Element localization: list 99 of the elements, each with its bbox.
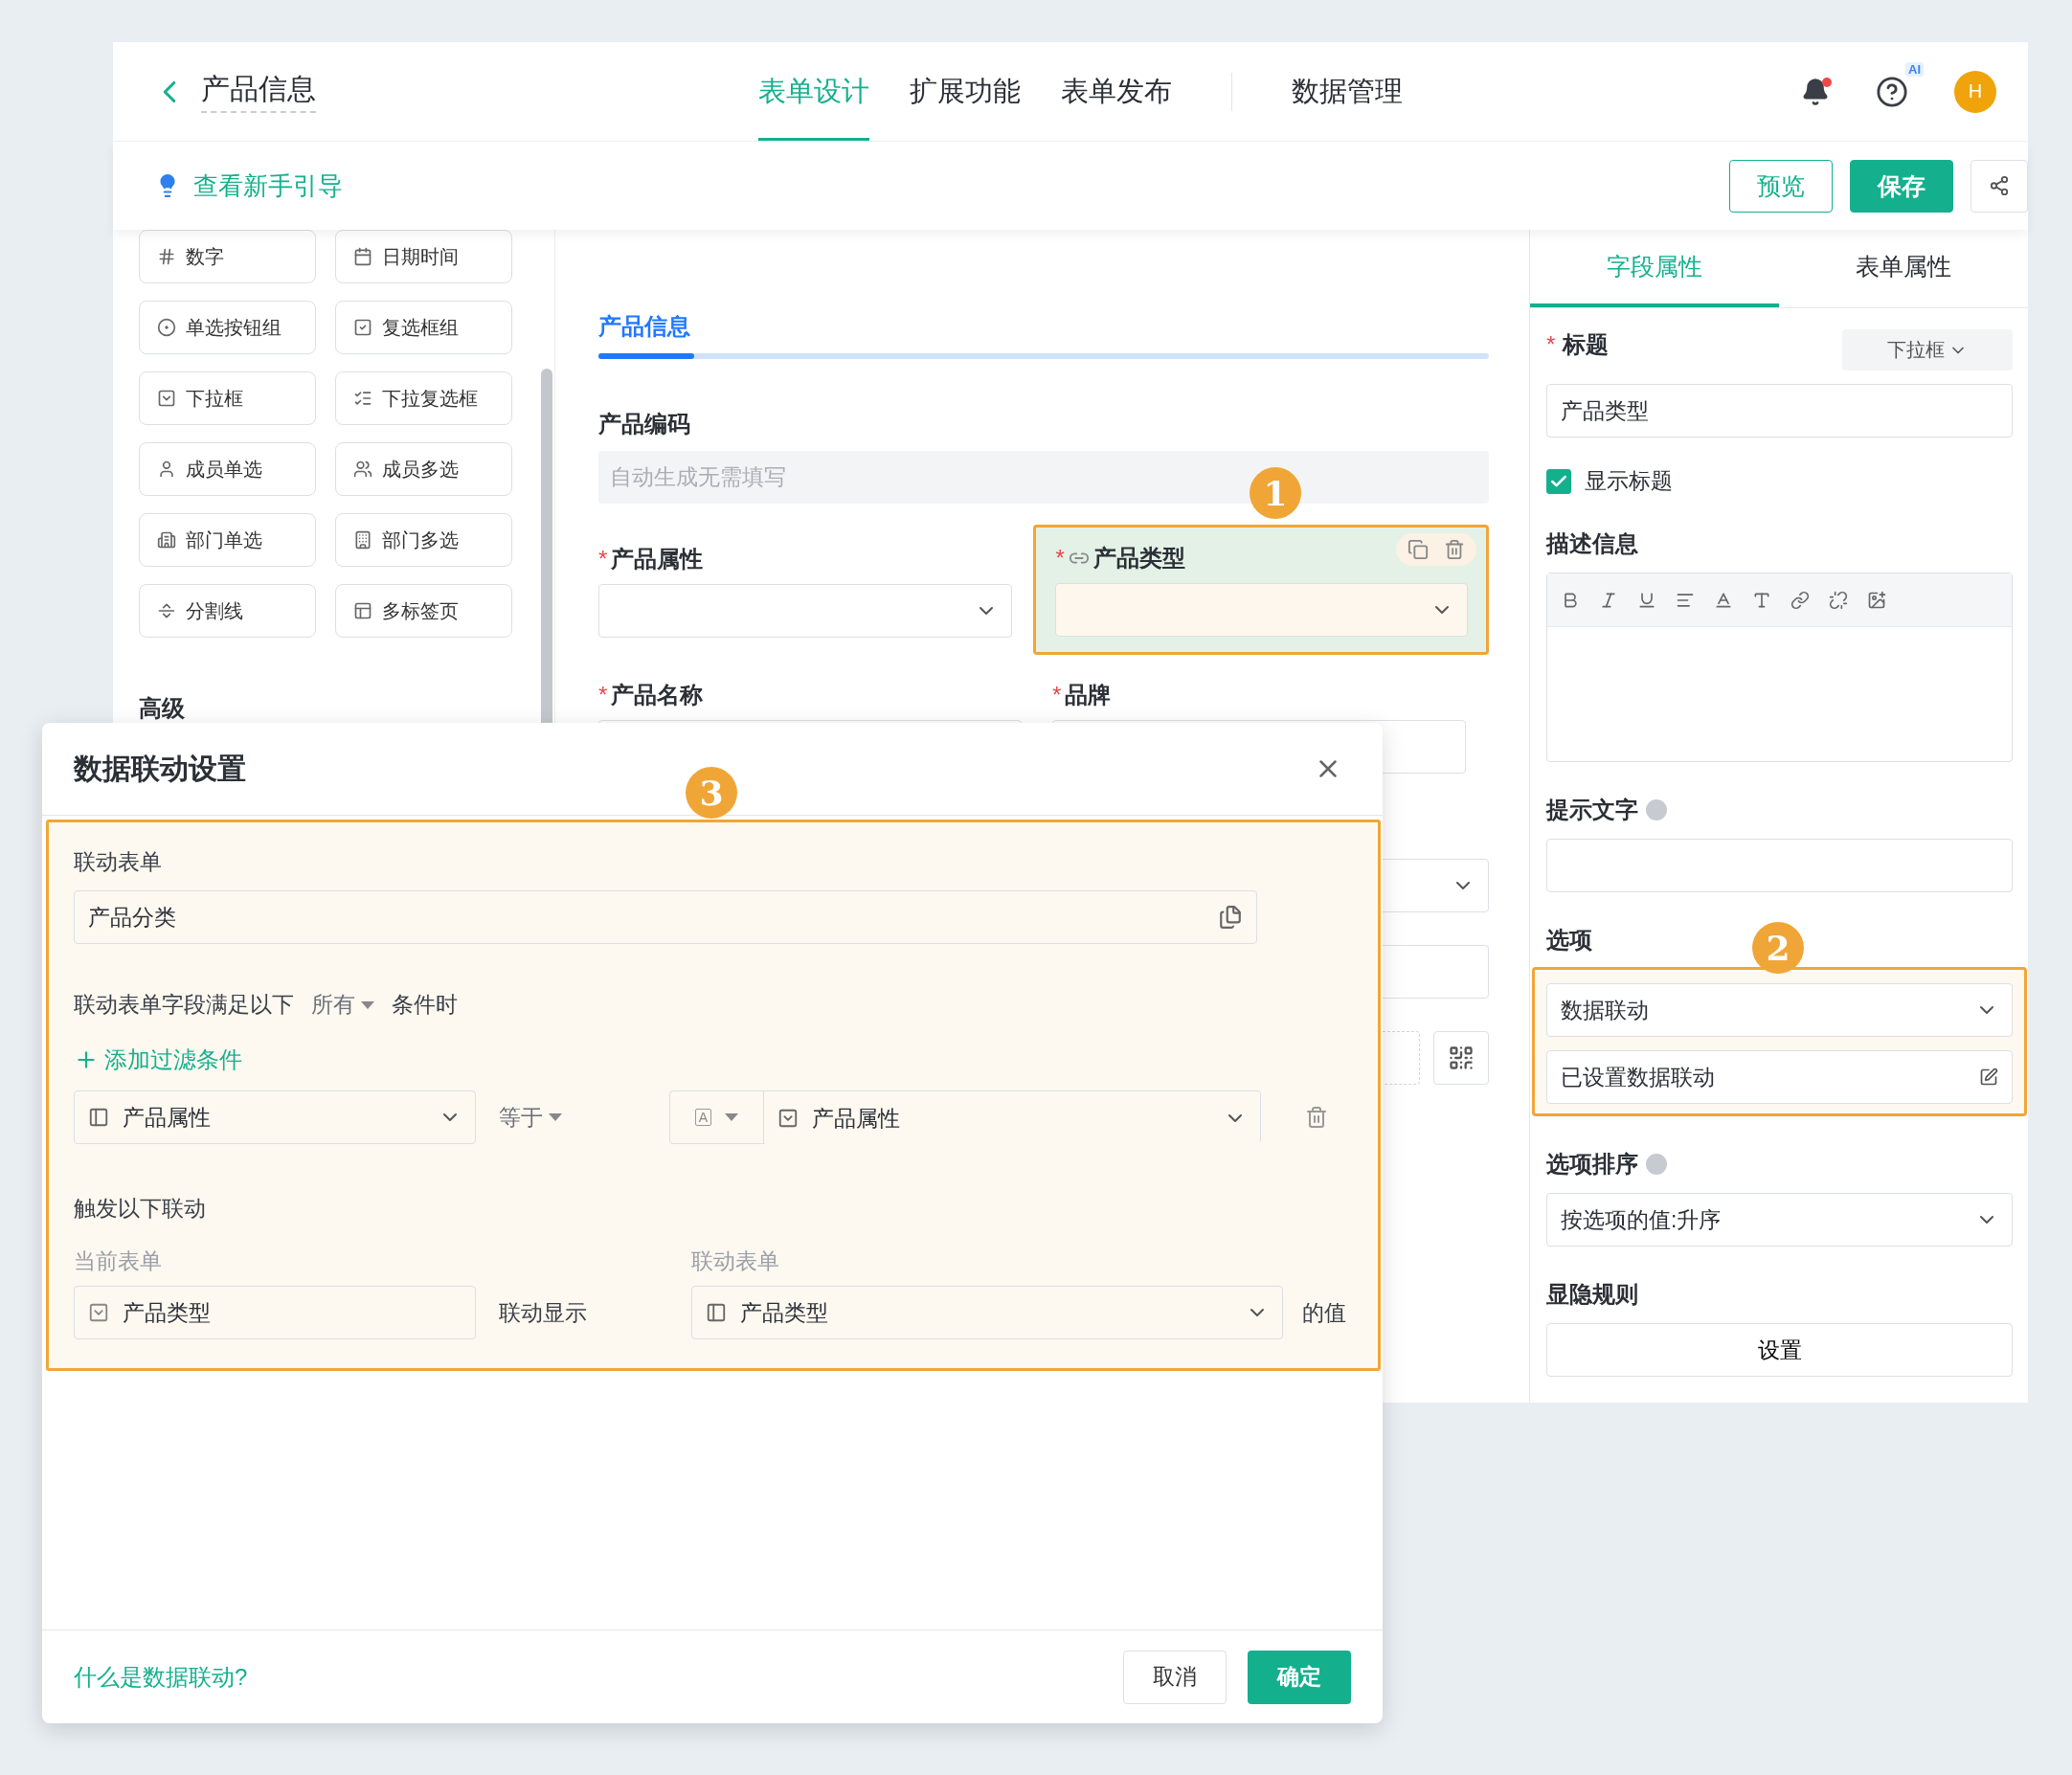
- section-title: 高级: [139, 694, 186, 723]
- trash-icon[interactable]: [1444, 539, 1465, 560]
- operator-select[interactable]: 等于: [499, 1102, 669, 1133]
- trash-icon[interactable]: [1305, 1106, 1328, 1129]
- field-type-item[interactable]: 日期时间: [335, 230, 512, 283]
- edit-icon: [1979, 1067, 1998, 1087]
- field-label: 提示文字: [1546, 796, 1638, 824]
- share-icon: [1989, 175, 2010, 196]
- field-label: 产品编码: [598, 410, 691, 438]
- radio-icon: [157, 318, 176, 337]
- field-type-item[interactable]: 部门单选: [139, 513, 316, 567]
- unlink-icon[interactable]: [1829, 590, 1848, 610]
- required-mark: *: [1546, 331, 1556, 358]
- link-icon[interactable]: [1790, 590, 1810, 610]
- field-select[interactable]: 产品属性: [74, 1090, 476, 1144]
- qr-code-button[interactable]: [1433, 1031, 1489, 1085]
- dropdown-icon: [157, 389, 176, 408]
- tabs-icon: [353, 601, 372, 620]
- notification-dot: [1822, 77, 1832, 87]
- field-type-select[interactable]: 下拉框: [1842, 329, 2013, 371]
- ai-badge: AI: [1905, 61, 1924, 77]
- hash-icon: [157, 247, 176, 266]
- caret-icon: [725, 1112, 738, 1122]
- column-label: 当前表单: [74, 1247, 163, 1275]
- current-field[interactable]: 产品类型: [74, 1286, 476, 1339]
- hint-input[interactable]: [1546, 839, 2013, 892]
- field-type-item[interactable]: 部门多选: [335, 513, 512, 567]
- share-button[interactable]: [1971, 159, 2028, 213]
- field-type-item[interactable]: 下拉框: [139, 371, 316, 425]
- caret-icon: [361, 1000, 374, 1010]
- field-type-item[interactable]: 数字: [139, 230, 316, 283]
- calendar-icon: [353, 247, 372, 266]
- panel-tab[interactable]: 表单属性: [1779, 230, 2028, 307]
- building-icon: [157, 530, 176, 550]
- condition-text: 条件时: [392, 991, 458, 1019]
- users-icon: [353, 460, 372, 479]
- column-label: 联动表单: [691, 1247, 779, 1275]
- field-type-item[interactable]: 单选按钮组: [139, 301, 316, 354]
- field-label: 描述信息: [1546, 529, 1638, 558]
- required-mark: *: [1052, 682, 1062, 708]
- dropdown-icon: [777, 1108, 799, 1129]
- settings-button[interactable]: 设置: [1546, 1323, 2013, 1377]
- user-icon: [157, 460, 176, 479]
- required-mark: *: [1055, 545, 1065, 572]
- copy-icon[interactable]: [1408, 539, 1429, 560]
- panel-icon: [706, 1302, 727, 1323]
- field-label: 选项排序: [1546, 1150, 1638, 1179]
- field-type-item[interactable]: 复选框组: [335, 301, 512, 354]
- dropdown-icon: [88, 1302, 109, 1323]
- cancel-button[interactable]: 取消: [1123, 1650, 1227, 1704]
- title-input[interactable]: 产品类型: [1546, 384, 2013, 438]
- field-type-item[interactable]: 多标签页: [335, 584, 512, 638]
- field-type-item[interactable]: 下拉复选框: [335, 371, 512, 425]
- value-select[interactable]: 产品属性: [763, 1091, 1260, 1145]
- checkbox[interactable]: [1546, 468, 1571, 494]
- list-icon: [353, 389, 372, 408]
- linkage-status[interactable]: 已设置数据联动: [1546, 1050, 2013, 1104]
- field-label: 产品名称: [611, 681, 704, 709]
- field-label: 产品属性: [611, 545, 704, 573]
- field-label: 标题: [1563, 330, 1610, 359]
- dropdown-field[interactable]: [598, 584, 1013, 638]
- divider-icon: [157, 601, 176, 620]
- field-label: 产品类型: [1092, 544, 1185, 573]
- checkbox-icon: [353, 318, 372, 337]
- condition-mode-select[interactable]: 所有: [311, 990, 374, 1020]
- nav-tab[interactable]: 数据管理: [1292, 42, 1403, 141]
- suffix-text: 的值: [1302, 1298, 1346, 1327]
- form-select[interactable]: 产品分类: [74, 890, 1257, 944]
- field-label: 品牌: [1065, 681, 1112, 709]
- dialog-title: 数据联动设置: [74, 751, 246, 786]
- field-type-item[interactable]: 成员多选: [335, 442, 512, 496]
- required-mark: *: [598, 682, 608, 708]
- bell-icon[interactable]: [1801, 77, 1830, 106]
- app-title: 产品信息: [201, 70, 316, 113]
- section-label: 触发以下联动: [74, 1195, 206, 1223]
- checkbox-label: 显示标题: [1585, 467, 1673, 495]
- nav-tab[interactable]: 扩展功能: [910, 42, 1021, 141]
- italic-icon[interactable]: [1599, 590, 1618, 610]
- selected-field-card[interactable]: * 产品类型: [1033, 525, 1489, 655]
- panel-icon: [88, 1107, 109, 1128]
- dropdown-field[interactable]: [1055, 583, 1468, 637]
- field-label: 显隐规则: [1546, 1280, 1638, 1309]
- caret-icon: [549, 1112, 562, 1122]
- field-type-item[interactable]: 分割线: [139, 584, 316, 638]
- target-field-select[interactable]: 产品类型: [691, 1286, 1283, 1339]
- nav-tab[interactable]: 表单发布: [1061, 42, 1172, 141]
- image-icon[interactable]: [1867, 590, 1886, 610]
- options-select[interactable]: 数据联动: [1546, 983, 2013, 1037]
- section-title: 产品信息: [598, 312, 691, 341]
- required-mark: *: [598, 546, 608, 573]
- qr-code-icon: [1448, 1045, 1475, 1071]
- files-icon: [1218, 905, 1243, 930]
- action-text: 联动显示: [499, 1298, 588, 1327]
- field-type-item[interactable]: 成员单选: [139, 442, 316, 496]
- condition-text: 联动表单字段满足以下: [74, 991, 294, 1019]
- field-label: 联动表单: [74, 849, 162, 874]
- sort-select[interactable]: 按选项的值:升序: [1546, 1193, 2013, 1247]
- field-label: 选项: [1546, 926, 1592, 955]
- building-icon: [353, 530, 372, 550]
